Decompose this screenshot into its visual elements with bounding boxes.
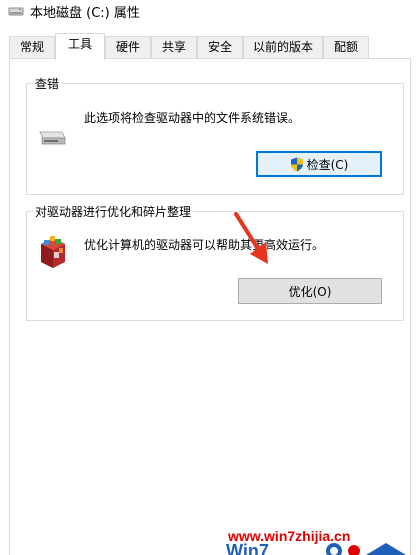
watermark-logo-text: Win7 <box>226 543 269 555</box>
tab-strip: 常规 工具 硬件 共享 安全 以前的版本 配额 <box>0 33 420 60</box>
tab-security[interactable]: 安全 <box>197 36 243 59</box>
error-check-group-title: 查错 <box>33 75 62 92</box>
optimize-group-title: 对驱动器进行优化和碎片整理 <box>33 203 194 220</box>
tab-general[interactable]: 常规 <box>9 36 55 59</box>
drive-icon <box>8 7 24 16</box>
tab-previous-versions[interactable]: 以前的版本 <box>243 36 323 59</box>
error-check-description: 此选项将检查驱动器中的文件系统错误。 <box>84 111 301 125</box>
uac-shield-icon <box>290 157 303 171</box>
tab-tools[interactable]: 工具 <box>55 33 105 60</box>
optimize-button-label: 优化(O) <box>288 284 332 299</box>
watermark-logo-icon: Win7 <box>226 543 406 555</box>
defrag-icon <box>41 236 65 268</box>
hard-drive-icon <box>39 131 66 145</box>
tab-sharing[interactable]: 共享 <box>151 36 197 59</box>
check-button[interactable]: 检查(C) <box>256 151 382 177</box>
watermark-url: www.win7zhijia.cn <box>228 528 351 544</box>
optimize-button[interactable]: 优化(O) <box>238 278 382 304</box>
tab-hardware[interactable]: 硬件 <box>105 36 151 59</box>
optimize-description: 优化计算机的驱动器可以帮助其更高效运行。 <box>84 238 325 252</box>
tab-content-panel: 查错 此选项将检查驱动器中的文件系统错误。 检查(C) 对驱动器进行优化和碎片整… <box>9 58 411 555</box>
error-check-group: 查错 此选项将检查驱动器中的文件系统错误。 检查(C) <box>26 75 404 195</box>
title-bar: 本地磁盘 (C:) 属性 <box>0 0 420 22</box>
check-button-label: 检查(C) <box>306 157 349 172</box>
optimize-group: 对驱动器进行优化和碎片整理 优化计算机的驱动器可以帮助其更高效运行。 优化(O) <box>26 203 404 321</box>
window-title: 本地磁盘 (C:) 属性 <box>30 6 140 21</box>
tab-quota[interactable]: 配额 <box>323 36 369 59</box>
red-pointer-arrow-icon <box>234 212 268 264</box>
